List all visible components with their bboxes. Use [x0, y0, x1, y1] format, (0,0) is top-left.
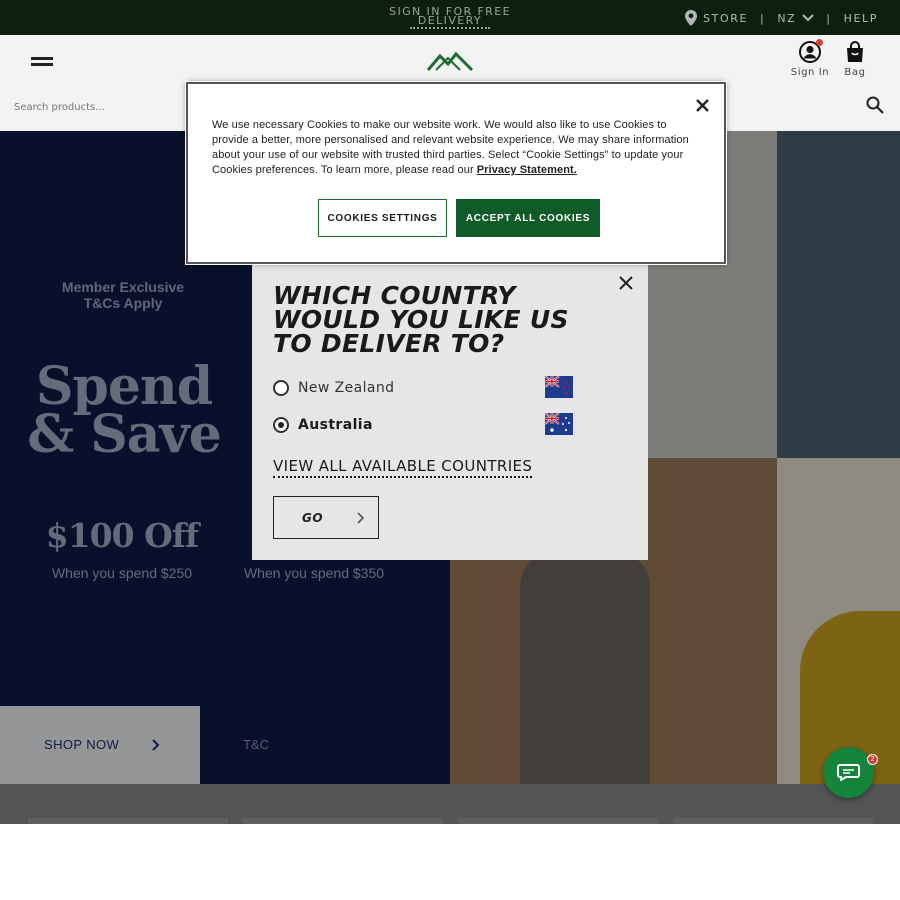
country-option-new-zealand[interactable]: New Zealand — [273, 374, 583, 400]
separator: | — [826, 11, 832, 25]
sign-in-label: Sign In — [790, 67, 830, 78]
title-line-3: TO DELIVER TO? — [273, 329, 505, 358]
country-label: New Zealand — [298, 380, 395, 396]
location-pin-icon — [685, 10, 698, 26]
help-link[interactable]: HELP — [844, 12, 878, 25]
country-selector-modal: WHICH COUNTRY WOULD YOU LIKE US TO DELIV… — [252, 262, 648, 560]
country-modal-title: WHICH COUNTRY WOULD YOU LIKE US TO DELIV… — [273, 283, 573, 358]
chat-bubble-icon — [837, 764, 860, 781]
accept-all-cookies-button[interactable]: ACCEPT ALL COOKIES — [456, 199, 600, 237]
store-link[interactable]: STORE — [703, 12, 748, 25]
sign-in-button[interactable]: Sign In — [790, 39, 830, 78]
utility-nav: STORE | NZ | HELP — [685, 9, 878, 27]
close-icon[interactable] — [619, 276, 633, 290]
country-label: Australia — [298, 417, 373, 433]
chevron-down-icon[interactable] — [802, 14, 815, 22]
cookies-settings-button[interactable]: COOKIES SETTINGS — [318, 199, 447, 237]
country-option-australia[interactable]: Australia — [273, 411, 583, 437]
top-promo-bar: SIGN IN FOR FREE DELIVERY STORE | NZ | H… — [0, 0, 900, 35]
shopping-bag-icon — [844, 41, 866, 63]
radio-button-selected[interactable] — [273, 417, 289, 433]
go-button[interactable]: GO — [273, 496, 379, 539]
sign-in-promo-link[interactable]: SIGN IN FOR FREE DELIVERY — [370, 6, 530, 29]
nz-flag-icon — [545, 376, 573, 398]
go-label: GO — [302, 511, 324, 525]
region-selector[interactable]: NZ — [777, 12, 796, 25]
bag-label: Bag — [844, 67, 866, 78]
cookie-message: We use necessary Cookies to make our web… — [212, 118, 700, 178]
search-icon[interactable] — [866, 96, 884, 114]
cookie-body-text: We use necessary Cookies to make our web… — [212, 119, 689, 176]
cookie-consent-modal: We use necessary Cookies to make our web… — [186, 82, 726, 264]
chevron-right-icon — [357, 512, 365, 524]
view-all-countries-link[interactable]: VIEW ALL AVAILABLE COUNTRIES — [273, 457, 533, 478]
menu-hamburger-icon[interactable] — [31, 57, 53, 66]
privacy-statement-link[interactable]: Privacy Statement. — [477, 164, 577, 176]
notification-dot — [816, 39, 823, 46]
brand-logo[interactable] — [426, 50, 474, 72]
chat-launcher-button[interactable]: 2 — [823, 747, 878, 798]
chat-unread-badge: 2 — [867, 754, 878, 765]
au-flag-icon — [545, 413, 573, 435]
separator: | — [760, 11, 766, 25]
close-icon[interactable] — [696, 99, 709, 112]
page: SIGN IN FOR FREE DELIVERY STORE | NZ | H… — [0, 0, 900, 900]
user-account-icon — [799, 39, 823, 63]
bag-button[interactable]: Bag — [839, 41, 871, 78]
promo-line-2: DELIVERY — [410, 15, 490, 29]
radio-button[interactable] — [273, 380, 289, 396]
